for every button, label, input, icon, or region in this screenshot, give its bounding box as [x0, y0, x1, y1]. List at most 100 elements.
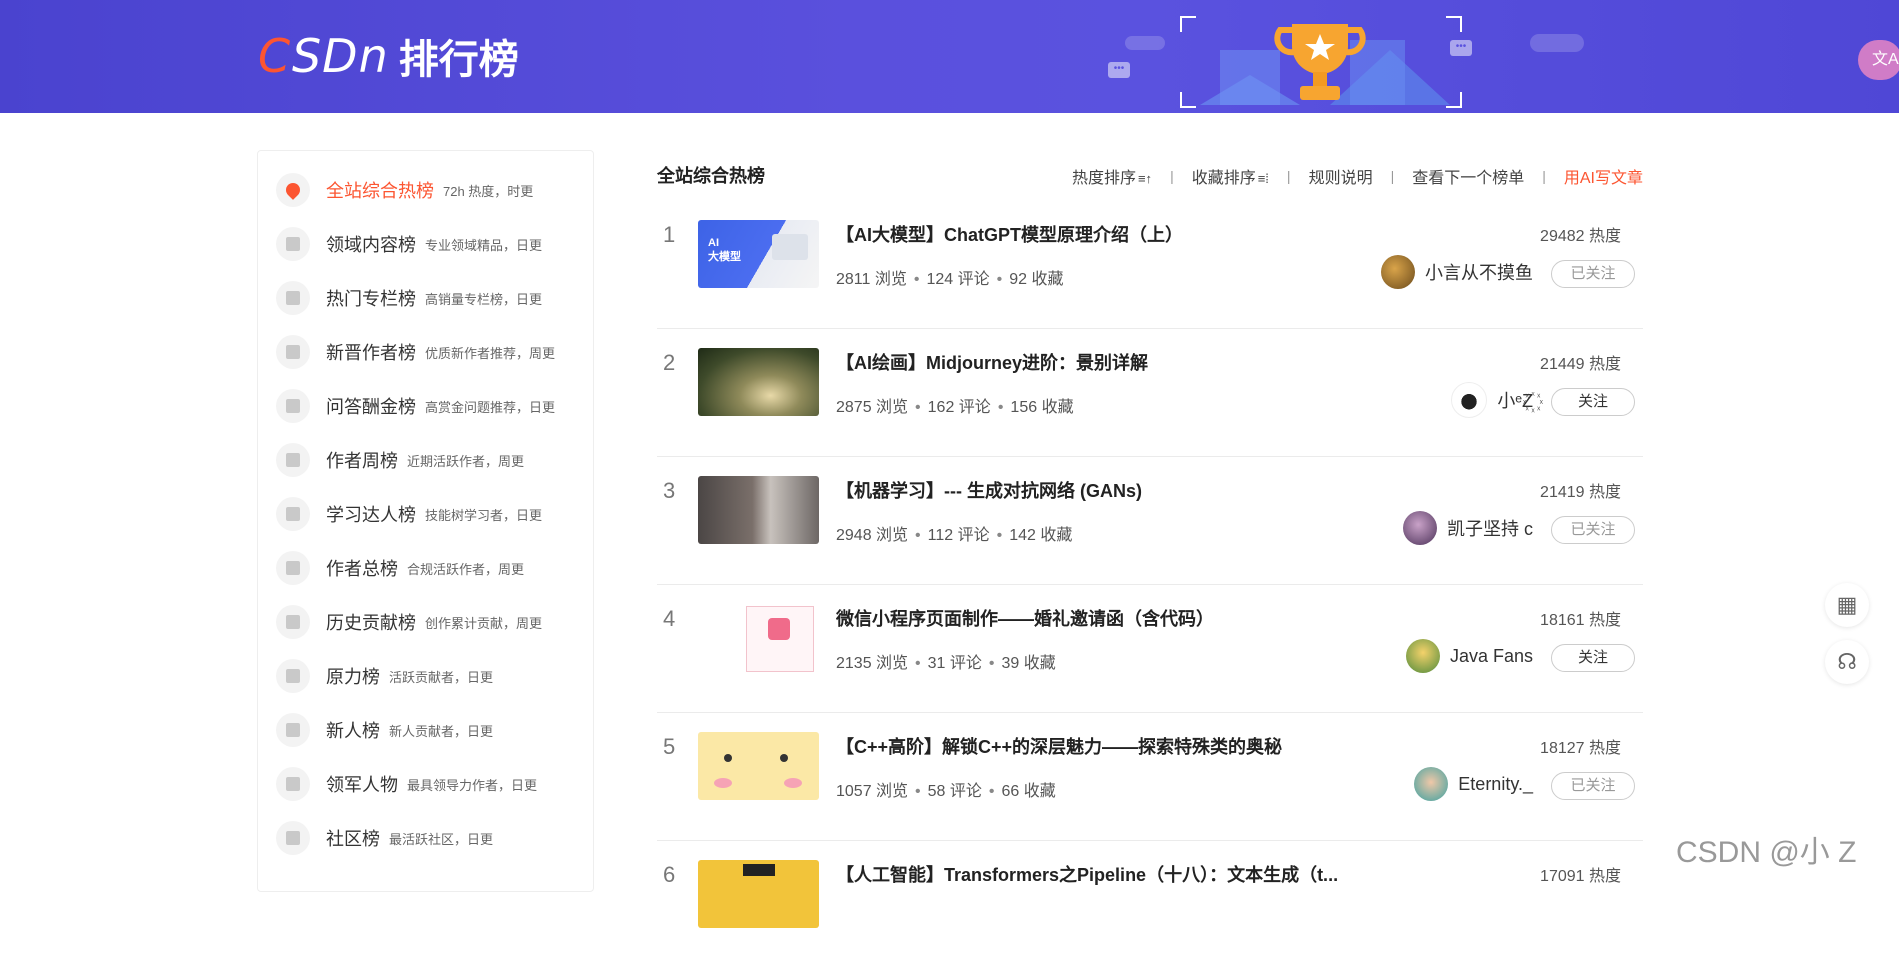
article-title[interactable]: 【AI大模型】ChatGPT模型原理介绍（上） — [836, 221, 1183, 247]
flag-icon — [276, 821, 310, 855]
qr-code-icon[interactable]: ▦ — [1825, 583, 1869, 627]
article-thumbnail[interactable] — [698, 732, 819, 800]
sidebar-item-label: 原力榜 — [326, 667, 380, 687]
article-title[interactable]: 【C++高阶】解锁C++的深层魅力——探索特殊类的奥秘 — [836, 733, 1282, 759]
sidebar-item-sub: 最活跃社区，日更 — [389, 831, 494, 847]
article-stats: 2811 浏览 • 124 评论 • 92 收藏 — [836, 271, 1064, 288]
sidebar-item-author-weekly[interactable]: 作者周榜 近期活跃作者，周更 — [276, 440, 586, 480]
author[interactable]: Eternity._ — [1414, 766, 1533, 802]
author-name[interactable]: 凯子坚持 c — [1447, 515, 1533, 541]
follow-button[interactable]: 关注 — [1551, 388, 1635, 416]
rules-link[interactable]: 规则说明 — [1309, 164, 1373, 188]
list-header: 全站综合热榜 热度排序 ≡↑ | 收藏排序 ≡⁞ | 规则说明 | 查看下一个榜单 … — [657, 162, 1643, 188]
article-row[interactable]: 4 微信小程序页面制作——婚礼邀请函（含代码） 2135 浏览 • 31 评论 • 39… — [657, 584, 1643, 713]
article-row[interactable]: 2 【AI绘画】Midjourney进阶：景别详解 2875 浏览 • 162 评论… — [657, 328, 1643, 457]
article-title[interactable]: 【机器学习】--- 生成对抗网络 (GANs) — [836, 477, 1142, 503]
thumbnail-caption: AI 大模型 — [708, 237, 741, 263]
sidebar-item-sub: 高销量专栏榜，日更 — [425, 291, 543, 307]
csdn-logo[interactable]: CSDn 排行榜 — [258, 29, 519, 83]
article-row[interactable]: 1 AI 大模型 【AI大模型】ChatGPT模型原理介绍（上） 2811 浏览… — [657, 200, 1643, 329]
sort-asc-icon: ≡↑ — [1137, 171, 1153, 186]
sidebar-item-label: 领域内容榜 — [326, 235, 416, 255]
article-title[interactable]: 【人工智能】Transformers之Pipeline（十八）：文本生成（t..… — [836, 861, 1338, 887]
sidebar-item-qa-bounty[interactable]: 问答酬金榜 高赏金问题推荐，日更 — [276, 386, 586, 426]
logo-title: 排行榜 — [398, 37, 519, 83]
article-stats: 1057 浏览 • 58 评论 • 66 收藏 — [836, 783, 1056, 800]
rank-number: 2 — [663, 350, 676, 375]
avatar[interactable] — [1381, 255, 1415, 289]
article-stats: 2875 浏览 • 162 评论 • 156 收藏 — [836, 399, 1074, 416]
customer-service-icon[interactable]: ☊ — [1825, 640, 1869, 684]
article-thumbnail[interactable] — [698, 348, 819, 416]
avatar[interactable] — [1402, 511, 1437, 545]
sidebar-item-domain[interactable]: 领域内容榜 专业领域精品，日更 — [276, 224, 586, 264]
heat-sort-button[interactable]: 热度排序 ≡↑ — [1072, 164, 1152, 188]
sidebar-item-label: 领军人物 — [326, 775, 398, 795]
sidebar-item-history[interactable]: 历史贡献榜 创作累计贡献，周更 — [276, 602, 586, 642]
author-name[interactable]: Eternity._ — [1458, 774, 1533, 795]
sidebar-item-author-total[interactable]: 作者总榜 合规活跃作者，周更 — [276, 548, 586, 588]
article-row[interactable]: 3 【机器学习】--- 生成对抗网络 (GANs) 2948 浏览 • 112 评论… — [657, 456, 1643, 585]
author[interactable]: 小言从不摸鱼 — [1381, 254, 1533, 290]
divider: | — [1390, 168, 1395, 184]
sprout-icon — [276, 713, 310, 747]
article-thumbnail[interactable]: AI 大模型 — [698, 220, 819, 288]
medal-icon — [276, 767, 310, 801]
user-icon — [276, 335, 310, 369]
sidebar-item-sub: 合规活跃作者，周更 — [407, 561, 525, 577]
logo-wordmark: CSDn — [258, 29, 389, 83]
article-row[interactable]: 5 【C++高阶】解锁C++的深层魅力——探索特殊类的奥秘 1057 浏览 • 58… — [657, 712, 1643, 841]
follow-button[interactable]: 已关注 — [1551, 260, 1635, 288]
rank-number: 6 — [663, 862, 676, 887]
avatar[interactable] — [1451, 382, 1488, 418]
sidebar-item-label: 学习达人榜 — [326, 505, 416, 525]
ranking-sidebar: 全站综合热榜 72h 热度，时更 领域内容榜 专业领域精品，日更 热门专栏榜 高… — [257, 150, 594, 892]
sidebar-item-label: 新晋作者榜 — [326, 343, 416, 363]
sidebar-item-label: 问答酬金榜 — [326, 397, 416, 417]
sidebar-item-new-author[interactable]: 新晋作者榜 优质新作者推荐，周更 — [276, 332, 586, 372]
article-thumbnail[interactable] — [698, 476, 819, 544]
follow-button[interactable]: 已关注 — [1551, 772, 1635, 800]
sidebar-item-leader[interactable]: 领军人物 最具领导力作者，日更 — [276, 764, 586, 804]
author[interactable]: Java Fans — [1405, 638, 1533, 674]
sidebar-item-overall-hot[interactable]: 全站综合热榜 72h 热度，时更 — [276, 170, 586, 210]
sidebar-item-column[interactable]: 热门专栏榜 高销量专栏榜，日更 — [276, 278, 586, 318]
rank-number: 5 — [663, 734, 676, 759]
follow-button[interactable]: 关注 — [1551, 644, 1635, 672]
article-thumbnail[interactable] — [698, 860, 819, 928]
author[interactable]: 凯子坚持 c — [1402, 510, 1533, 546]
divider: | — [1542, 168, 1546, 184]
heat-score: 18161 热度 — [1540, 612, 1621, 629]
next-list-link[interactable]: 查看下一个榜单 — [1412, 164, 1524, 188]
rank-number: 1 — [663, 222, 676, 247]
sidebar-item-label: 作者总榜 — [326, 559, 398, 579]
translate-icon[interactable]: 文A — [1858, 40, 1899, 80]
author-name[interactable]: 小ᵉZ꙰ — [1497, 387, 1533, 413]
podium-icon — [276, 605, 310, 639]
rank-number: 3 — [663, 478, 676, 503]
users-icon — [276, 551, 310, 585]
sidebar-item-label: 历史贡献榜 — [326, 613, 416, 633]
article-row[interactable]: 6 【人工智能】Transformers之Pipeline（十八）：文本生成（t… — [657, 840, 1643, 968]
sidebar-item-learner[interactable]: 学习达人榜 技能树学习者，日更 — [276, 494, 586, 534]
sidebar-item-community[interactable]: 社区榜 最活跃社区，日更 — [276, 818, 586, 858]
author-name[interactable]: Java Fans — [1450, 646, 1533, 667]
list-actions: 热度排序 ≡↑ | 收藏排序 ≡⁞ | 规则说明 | 查看下一个榜单 | 用AI写文… — [1072, 164, 1643, 188]
follow-button[interactable]: 已关注 — [1551, 516, 1635, 544]
fav-sort-button[interactable]: 收藏排序 ≡⁞ — [1192, 164, 1269, 188]
sidebar-item-sub: 活跃贡献者，日更 — [389, 669, 494, 685]
top-banner: CSDn 排行榜 ••• ••• 文A — [0, 0, 1899, 113]
ai-write-link[interactable]: 用AI写文章 — [1564, 164, 1643, 188]
author[interactable]: 小ᵉZ꙰ — [1451, 382, 1533, 418]
chat-bubble-icon: ••• — [1108, 62, 1130, 78]
avatar[interactable] — [1414, 767, 1449, 801]
article-thumbnail[interactable] — [698, 604, 819, 672]
code-icon — [276, 227, 310, 261]
article-title[interactable]: 【AI绘画】Midjourney进阶：景别详解 — [836, 349, 1148, 375]
heat-score: 29482 热度 — [1540, 228, 1621, 245]
author-name[interactable]: 小言从不摸鱼 — [1425, 259, 1533, 285]
avatar[interactable] — [1405, 639, 1440, 673]
article-title[interactable]: 微信小程序页面制作——婚礼邀请函（含代码） — [836, 605, 1214, 631]
sidebar-item-force[interactable]: 原力榜 活跃贡献者，日更 — [276, 656, 586, 696]
sidebar-item-newcomer[interactable]: 新人榜 新人贡献者，日更 — [276, 710, 586, 750]
